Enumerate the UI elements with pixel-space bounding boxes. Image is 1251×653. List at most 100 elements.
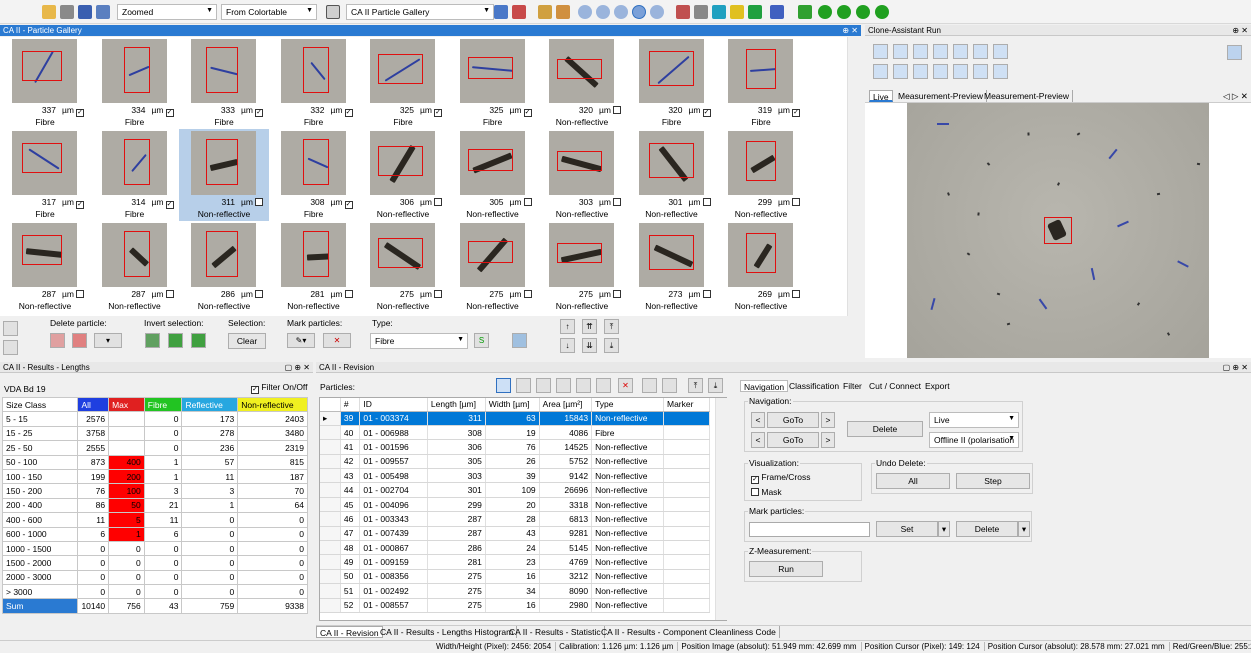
particle-thumbnail[interactable] [638,223,704,287]
particle-thumbnail[interactable] [370,131,435,195]
gallery-item[interactable]: 281 µm Non-reflective [269,221,359,313]
gallery-item[interactable]: 301 µm Non-reflective [627,129,717,221]
gallery-scrollbar[interactable] [847,37,861,316]
status-green-4-icon[interactable] [875,5,889,19]
filter-3-icon[interactable] [556,378,571,393]
zoom-window-icon[interactable] [650,5,664,19]
save-icon[interactable] [78,5,92,19]
particle-thumbnail[interactable] [459,223,525,287]
marker-input[interactable] [749,522,870,537]
particle-thumbnail[interactable] [101,131,167,195]
lengths-row[interactable]: 600 - 1000 6 1 6 0 0 [1,526,308,542]
row-indicator[interactable] [320,554,341,570]
particle-checkbox[interactable]: ✓ [344,109,353,117]
undo-all-button[interactable]: All [876,473,950,489]
lengths-column-header[interactable]: Max [108,396,145,413]
particles-column-header[interactable]: ID [359,398,428,412]
lengths-column-header[interactable]: Fibre [143,396,183,413]
particle-thumbnail[interactable] [191,131,256,195]
delete-x-icon[interactable]: ✕ [618,378,633,393]
gallery-item[interactable]: 275 µm Non-reflective [358,221,448,313]
particles-scrollbar[interactable] [715,398,727,620]
lengths-row[interactable]: 1000 - 1500 0 0 0 0 0 [1,540,308,557]
particles-column-header[interactable]: Length [µm] [427,398,486,412]
particle-checkbox[interactable]: ✓ [165,109,174,117]
particles-row[interactable]: 46 01 - 003343 287 28 6813 Non-reflective [320,511,710,527]
particle-thumbnail[interactable] [728,39,793,103]
clone-run-button[interactable] [893,44,908,59]
status-green-3-icon[interactable] [856,5,870,19]
open-folder-icon[interactable] [42,5,56,19]
particle-checkbox[interactable] [344,290,353,298]
sort-icon[interactable] [496,378,511,393]
particle-checkbox[interactable] [613,106,621,114]
particles-column-header[interactable]: # [340,398,361,412]
mark-delete-button[interactable]: Delete [956,521,1018,537]
cube-icon[interactable] [712,5,726,19]
particles-column-header[interactable]: Marker [663,398,710,412]
particle-checkbox[interactable] [434,290,442,298]
lengths-row[interactable]: 2000 - 3000 0 0 0 0 0 [1,569,308,586]
particle-checkbox[interactable] [792,198,800,206]
camera-icon[interactable] [798,5,812,19]
tab-statistic[interactable]: CA II - Results - Statistic [506,626,605,638]
move-down-fast-icon[interactable]: ⇊ [582,338,597,353]
mark-delete-dropdown[interactable]: ▾ [1018,521,1030,537]
particles-row[interactable]: 52 01 - 008557 275 16 2980 Non-reflective [320,598,710,613]
clone-run-button[interactable] [953,44,968,59]
lengths-close-icon[interactable]: ▢ ⊕ ✕ [285,363,310,372]
tab-measurement-preview-1[interactable]: Measurement-Preview [895,90,988,102]
move-bottom-icon[interactable]: ⤓ [604,338,619,353]
particles-row[interactable]: 49 01 - 009159 281 23 4769 Non-reflective [320,554,710,570]
gallery-item[interactable]: 305 µm Non-reflective [448,129,538,221]
particles-row[interactable]: 47 01 - 007439 287 43 9281 Non-reflective [320,526,710,542]
particle-checkbox[interactable] [255,290,263,298]
particle-checkbox[interactable] [792,290,800,298]
zoom-out-icon[interactable] [578,5,592,19]
row-indicator[interactable] [320,540,341,556]
filter-1-icon[interactable] [516,378,531,393]
particle-thumbnail[interactable] [12,223,77,287]
invert-2-icon[interactable] [168,333,183,348]
gallery-item[interactable]: 325 µm ✓ Fibre [448,37,538,129]
gallery-item[interactable]: 317 µm ✓ Fibre [0,129,90,221]
tab-classification[interactable]: Classification [786,380,842,392]
particles-row[interactable]: 42 01 - 009557 305 26 5752 Non-reflective [320,454,710,470]
lengths-row[interactable]: 400 - 600 11 5 11 0 0 [1,512,308,528]
lengths-column-header[interactable]: Reflective [181,396,239,413]
clone-run-button[interactable] [893,64,908,79]
tab-navigation[interactable]: Navigation [740,380,789,392]
top-icon[interactable]: ⤒ [688,378,703,393]
particles-row[interactable]: 40 01 - 006988 308 19 4086 Fibre [320,425,710,441]
particle-thumbnail[interactable] [549,223,614,287]
particle-thumbnail[interactable] [549,39,614,103]
save-all-icon[interactable] [96,5,110,19]
tab-filter[interactable]: Filter [840,380,865,392]
particle-checkbox[interactable]: ✓ [255,109,263,117]
move-up-icon[interactable]: ↑ [560,319,575,334]
filter-2-icon[interactable] [536,378,551,393]
particle-checkbox[interactable]: ✓ [76,109,84,117]
particle-thumbnail[interactable] [12,39,77,103]
particle-thumbnail[interactable] [459,39,525,103]
nav-prev-2-button[interactable]: < [751,432,765,448]
invert-1-icon[interactable] [145,333,160,348]
colortable-select[interactable]: From Colortable ▼ [221,4,317,20]
particle-checkbox[interactable] [523,290,532,298]
row-indicator[interactable] [320,511,341,527]
lengths-row[interactable]: 1500 - 2000 0 0 0 0 0 [1,555,308,571]
clone-close-icon[interactable]: ⊕ ✕ [1232,26,1248,35]
undo-step-button[interactable]: Step [956,473,1030,489]
mark-particles-icon[interactable]: ✎▾ [287,333,315,348]
clone-run-button[interactable] [913,64,928,79]
particles-row[interactable]: 41 01 - 001596 306 76 14525 Non-reflective [320,439,710,455]
info-icon[interactable] [730,5,744,19]
particle-checkbox[interactable] [523,198,532,206]
row-indicator[interactable] [320,497,341,513]
particles-row[interactable]: 44 01 - 002704 301 109 26696 Non-reflective [320,482,710,498]
gallery-item[interactable]: 311 µm Non-reflective [179,129,269,221]
live-image[interactable] [907,103,1209,358]
particles-row[interactable]: 50 01 - 008356 275 16 3212 Non-reflective [320,569,710,585]
status-green-1-icon[interactable] [818,5,832,19]
particle-thumbnail[interactable] [638,131,704,195]
